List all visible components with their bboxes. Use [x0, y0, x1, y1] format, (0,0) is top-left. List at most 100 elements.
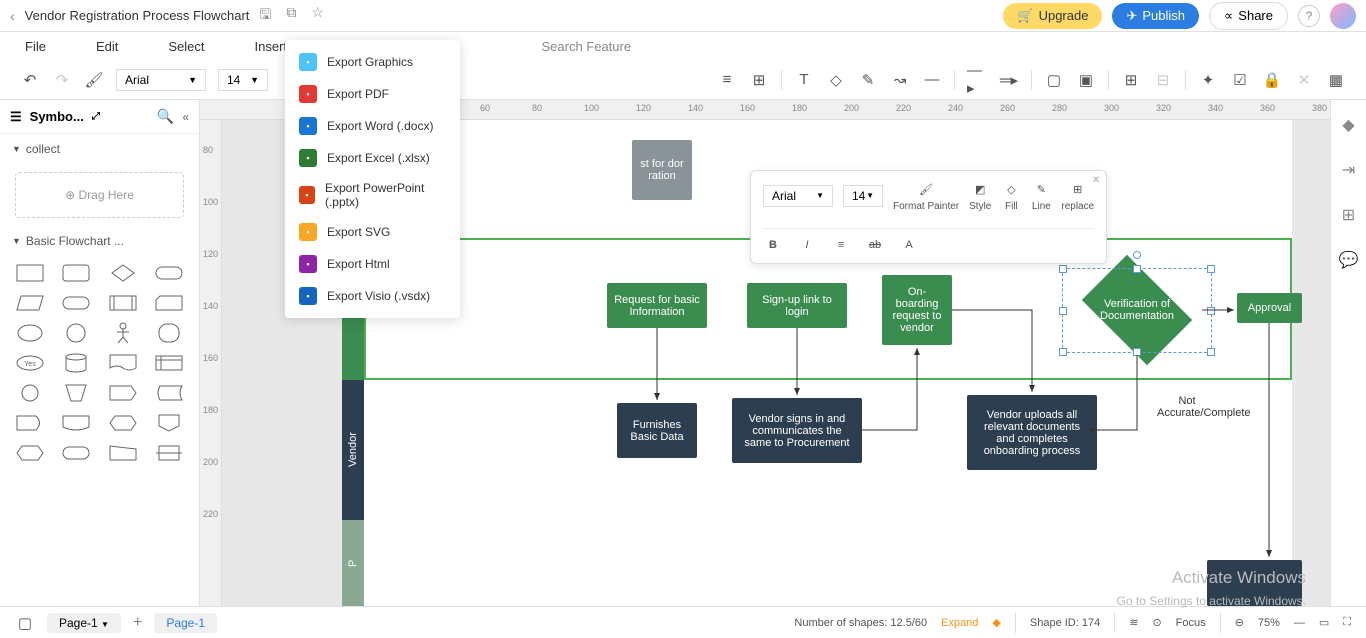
line-style-icon[interactable]: —▸: [967, 70, 987, 90]
front-icon[interactable]: ▢: [1044, 70, 1064, 90]
tools-icon[interactable]: ✕: [1294, 70, 1314, 90]
menu-insert[interactable]: Insert: [255, 39, 288, 54]
float-font-selector[interactable]: Arial▼: [763, 185, 833, 207]
back-icon[interactable]: ‹: [10, 8, 15, 24]
export-item[interactable]: ▪Export Word (.docx): [285, 110, 460, 142]
float-line-icon[interactable]: ✎: [1031, 179, 1051, 199]
export-item[interactable]: ▪Export PDF: [285, 78, 460, 110]
swimlane-vendor[interactable]: Vendor: [342, 380, 364, 520]
italic-icon[interactable]: I: [797, 235, 817, 255]
drag-here-zone[interactable]: ⊕ Drag Here: [15, 172, 184, 218]
shape-document[interactable]: [103, 351, 143, 375]
size-selector[interactable]: 14▼: [218, 69, 268, 91]
fit-icon[interactable]: ▭: [1319, 616, 1329, 629]
box-signup-link[interactable]: Sign-up link to login: [747, 283, 847, 328]
align-dist-icon[interactable]: ⊞: [749, 70, 769, 90]
export-item[interactable]: ▪Export SVG: [285, 216, 460, 248]
check-icon[interactable]: ☑: [1230, 70, 1250, 90]
style-icon[interactable]: ◩: [970, 179, 990, 199]
menu-select[interactable]: Select: [168, 39, 204, 54]
shape-rounded[interactable]: [56, 261, 96, 285]
float-align-icon[interactable]: ≡: [831, 235, 851, 255]
zoom-in[interactable]: —: [1294, 617, 1305, 629]
line-icon[interactable]: —: [922, 70, 942, 90]
collect-section[interactable]: ▼ collect: [0, 134, 199, 164]
shape-storage[interactable]: [149, 351, 189, 375]
back-icon[interactable]: ▣: [1076, 70, 1096, 90]
page-tab-1[interactable]: Page-1: [154, 613, 217, 633]
line-weight-icon[interactable]: ═▸: [999, 70, 1019, 90]
font-selector[interactable]: Arial▼: [116, 69, 206, 91]
shape-circle[interactable]: [56, 321, 96, 345]
pen-icon[interactable]: ✎: [858, 70, 878, 90]
zoom-out[interactable]: ⊖: [1235, 616, 1244, 629]
shape-trap[interactable]: [56, 381, 96, 405]
shape-rect[interactable]: [10, 261, 50, 285]
focus-icon[interactable]: ⊙: [1152, 616, 1161, 629]
shape-stadium[interactable]: [56, 441, 96, 465]
text-not-accurate[interactable]: Not Accurate/Complete: [1157, 395, 1217, 419]
text-icon[interactable]: T: [794, 70, 814, 90]
gem-icon[interactable]: ◆: [992, 616, 1000, 629]
shape-ellipse[interactable]: [10, 321, 50, 345]
publish-button[interactable]: ✈ Publish: [1112, 3, 1199, 29]
box-request-basic[interactable]: Request for basic Information: [607, 283, 707, 328]
table-icon[interactable]: ▦: [1326, 70, 1346, 90]
group-icon[interactable]: ⊞: [1121, 70, 1141, 90]
shape-actor[interactable]: [103, 321, 143, 345]
box-vendor-uploads[interactable]: Vendor uploads all relevant documents an…: [967, 395, 1097, 470]
replace-icon[interactable]: ⊞: [1068, 179, 1088, 199]
export-item[interactable]: ▪Export Visio (.vsdx): [285, 280, 460, 312]
box-furnishes[interactable]: Furnishes Basic Data: [617, 403, 697, 458]
magic-icon[interactable]: ✦: [1198, 70, 1218, 90]
collapse-icon[interactable]: «: [182, 110, 189, 124]
shape-connector[interactable]: [10, 381, 50, 405]
export-item[interactable]: ▪Export Excel (.xlsx): [285, 142, 460, 174]
search-feature[interactable]: Search Feature: [541, 39, 631, 54]
brush-icon[interactable]: 🖌: [84, 70, 104, 90]
shape-stored[interactable]: [149, 381, 189, 405]
help-icon[interactable]: ?: [1298, 5, 1320, 27]
box-vendor-signs[interactable]: Vendor signs in and communicates the sam…: [732, 398, 862, 463]
expand-link[interactable]: Expand: [941, 617, 978, 629]
shape-diamond[interactable]: [103, 261, 143, 285]
shape-terminator[interactable]: [149, 261, 189, 285]
fill-icon[interactable]: ◇: [826, 70, 846, 90]
add-page-button[interactable]: +: [133, 614, 142, 632]
export-right-icon[interactable]: ⇥: [1339, 160, 1359, 180]
shape-capsule[interactable]: [56, 291, 96, 315]
float-fill-icon[interactable]: ◇: [1001, 179, 1021, 199]
undo-icon[interactable]: ↶: [20, 70, 40, 90]
shape-subprocess[interactable]: [103, 291, 143, 315]
box-approval[interactable]: Approval: [1237, 293, 1302, 323]
basic-flowchart-section[interactable]: ▼ Basic Flowchart ...: [0, 226, 199, 256]
shape-parallelogram[interactable]: [10, 291, 50, 315]
upgrade-button[interactable]: 🛒 Upgrade: [1003, 3, 1102, 29]
search-icon[interactable]: 🔍: [157, 108, 174, 125]
shape-merge[interactable]: [56, 411, 96, 435]
menu-edit[interactable]: Edit: [96, 39, 118, 54]
theme-icon[interactable]: ◆: [1339, 115, 1359, 135]
avatar[interactable]: [1330, 3, 1356, 29]
menu-file[interactable]: File: [25, 39, 46, 54]
lock-icon[interactable]: 🔒: [1262, 70, 1282, 90]
connector-icon[interactable]: ↝: [890, 70, 910, 90]
box-bottom[interactable]: [1207, 560, 1302, 606]
format-painter-icon[interactable]: 🖌: [916, 179, 936, 199]
box-onboarding[interactable]: On-boarding request to vendor: [882, 275, 952, 345]
shape-cylinder[interactable]: [56, 351, 96, 375]
shape-delay[interactable]: [10, 411, 50, 435]
float-size-selector[interactable]: 14▼: [843, 185, 883, 207]
close-float-icon[interactable]: ✕: [1092, 175, 1100, 186]
align-left-icon[interactable]: ≡: [717, 70, 737, 90]
outline-icon[interactable]: ▢: [15, 613, 35, 633]
shape-hexagon[interactable]: [10, 441, 50, 465]
layers-icon[interactable]: ≋: [1129, 616, 1138, 629]
share-button[interactable]: ∝ Share: [1209, 2, 1288, 30]
box-request-vendor[interactable]: st for dor ration: [632, 140, 692, 200]
shape-tape[interactable]: [149, 441, 189, 465]
shape-yes[interactable]: Yes: [10, 351, 50, 375]
dropdown-icon[interactable]: ⤢: [92, 111, 100, 122]
page-selector[interactable]: Page-1 ▼: [47, 613, 121, 633]
shape-data[interactable]: [103, 381, 143, 405]
